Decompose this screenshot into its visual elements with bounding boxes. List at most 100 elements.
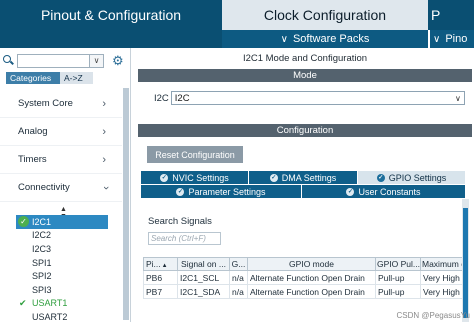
header-label: Signal on ...	[181, 259, 226, 269]
peripheral-label: I2C1	[32, 216, 52, 227]
reset-configuration-button[interactable]: Reset Configuration	[147, 146, 243, 163]
mode-header: Mode	[138, 69, 472, 82]
configuration-header: Configuration	[138, 124, 472, 137]
column-header-gpio-pull[interactable]: GPIO Pul...	[375, 257, 421, 271]
column-header-gpio-mode[interactable]: GPIO mode	[247, 257, 376, 271]
categories-toggle[interactable]: Categories	[6, 72, 60, 84]
chevron-right-icon: ›	[102, 125, 106, 138]
check-circle-icon: ✓	[160, 173, 169, 182]
configuration-body: Reset Configuration ✓ NVIC Settings ✓ DM…	[138, 138, 472, 322]
sub-bar-left	[0, 30, 222, 48]
header-label: GPIO Pul...	[377, 259, 420, 269]
tab-label: GPIO Settings	[388, 172, 447, 183]
tab-label: User Constants	[358, 186, 421, 197]
a-to-z-toggle[interactable]: A->Z	[60, 72, 93, 84]
tab-project-manager[interactable]: P	[428, 0, 474, 30]
i2c-mode-row: I2C I2C ∨	[154, 91, 465, 105]
header-label: Maximum o...	[422, 259, 467, 269]
search-dropdown-button[interactable]: ∨	[90, 53, 104, 68]
chevron-down-icon: ∨	[433, 33, 441, 45]
tab-label: NVIC Settings	[172, 172, 229, 183]
table-cell: Alternate Function Open Drain	[247, 284, 376, 299]
category-label: System Core	[18, 98, 73, 109]
category-system-core[interactable]: System Core ›	[0, 90, 122, 118]
pinout-menu[interactable]: ∨ Pino	[428, 30, 474, 48]
peripheral-spi3[interactable]: SPI3	[16, 283, 108, 297]
table-cell: n/a	[229, 270, 248, 285]
check-circle-icon: ✓	[176, 187, 185, 196]
header-label: GPIO mode	[289, 259, 334, 269]
gear-icon[interactable]: ⚙	[112, 54, 124, 67]
scrollbar-thumb[interactable]	[123, 88, 129, 320]
table-cell: I2C1_SCL	[177, 270, 230, 285]
category-label: Connectivity	[18, 182, 70, 193]
category-connectivity[interactable]: Connectivity ›	[0, 174, 122, 202]
checkmark-icon: ✔	[19, 297, 27, 308]
peripheral-list: ✓ I2C1 I2C2 I2C3 SPI1 SPI2 SPI3 ✔ USART1…	[16, 215, 108, 322]
tab-pinout-configuration[interactable]: Pinout & Configuration	[0, 0, 222, 30]
chevron-down-icon: ∨	[93, 56, 100, 65]
peripheral-label: SPI2	[32, 271, 52, 282]
table-cell: Pull-up	[375, 270, 421, 285]
table-cell: n/a	[229, 284, 248, 299]
peripheral-i2c3[interactable]: I2C3	[16, 242, 108, 256]
table-cell: Very High	[420, 284, 468, 299]
peripheral-label: I2C3	[32, 243, 52, 254]
tab-user-constants[interactable]: ✓ User Constants	[302, 185, 465, 198]
table-row[interactable]: PB6 I2C1_SCL n/a Alternate Function Open…	[143, 270, 468, 285]
peripheral-usart2[interactable]: USART2	[16, 310, 108, 322]
i2c-mode-select[interactable]: I2C ∨	[170, 91, 465, 105]
header-label: G...	[231, 259, 246, 269]
peripheral-spi1[interactable]: SPI1	[16, 256, 108, 270]
category-analog[interactable]: Analog ›	[0, 118, 122, 146]
gpio-settings-content: Search Signals Search (Ctrl+F) Pi...▲ Si…	[141, 199, 468, 322]
search-row: ∨ ⚙	[3, 53, 131, 68]
left-panel: ∨ ⚙ Categories A->Z System Core › Analog…	[0, 48, 131, 322]
tab-clock-configuration[interactable]: Clock Configuration	[222, 0, 428, 30]
pinout-menu-label: Pino	[445, 33, 468, 45]
category-label: Analog	[18, 126, 48, 137]
search-signals-label: Search Signals	[148, 216, 212, 227]
tab-nvic-settings[interactable]: ✓ NVIC Settings	[141, 171, 248, 184]
gpio-table: Pi...▲ Signal on ... G... GPIO mode GPIO…	[143, 257, 468, 299]
column-header-gpio-output-level[interactable]: G...	[229, 257, 248, 271]
panel-title: I2C1 Mode and Configuration	[242, 52, 368, 64]
chevron-down-icon: ∨	[454, 93, 461, 103]
scrollbar-thumb[interactable]	[463, 208, 468, 318]
category-timers[interactable]: Timers ›	[0, 146, 122, 174]
table-cell: Pull-up	[375, 284, 421, 299]
column-header-signal[interactable]: Signal on ...	[177, 257, 230, 271]
tab-label: DMA Settings	[281, 172, 337, 183]
search-input[interactable]	[17, 53, 90, 68]
peripheral-i2c1[interactable]: ✓ I2C1	[16, 215, 108, 229]
tab-label: Parameter Settings	[188, 186, 266, 197]
software-packs-label: Software Packs	[292, 33, 370, 45]
software-packs-menu[interactable]: ∨ Software Packs	[222, 30, 428, 48]
chevron-down-icon: ›	[100, 185, 113, 190]
divider	[428, 30, 430, 48]
sort-up-icon: ▲	[161, 263, 168, 269]
peripheral-usart1[interactable]: ✔ USART1	[16, 297, 108, 311]
table-row[interactable]: PB7 I2C1_SDA n/a Alternate Function Open…	[143, 284, 468, 299]
search-icon	[3, 55, 14, 66]
search-signals-input[interactable]: Search (Ctrl+F)	[148, 232, 221, 245]
column-header-max-output-speed[interactable]: Maximum o...	[420, 257, 468, 271]
i2c-mode-value: I2C	[174, 92, 190, 104]
peripheral-label: I2C2	[32, 230, 52, 241]
tab-parameter-settings[interactable]: ✓ Parameter Settings	[141, 185, 301, 198]
check-circle-icon: ✓	[269, 173, 278, 182]
column-header-pin[interactable]: Pi...▲	[143, 257, 178, 271]
tab-gpio-settings[interactable]: ✓ GPIO Settings	[358, 171, 465, 184]
peripheral-i2c2[interactable]: I2C2	[16, 229, 108, 243]
table-cell: PB6	[143, 270, 178, 285]
peripheral-spi2[interactable]: SPI2	[16, 269, 108, 283]
check-circle-icon: ✓	[376, 173, 385, 182]
tab-dma-settings[interactable]: ✓ DMA Settings	[249, 171, 357, 184]
i2c-mode-label: I2C	[154, 92, 169, 104]
view-toggle: Categories A->Z	[6, 72, 93, 84]
table-cell: PB7	[143, 284, 178, 299]
peripheral-label: USART1	[32, 298, 68, 309]
peripheral-label: SPI3	[32, 284, 52, 295]
table-cell: I2C1_SDA	[177, 284, 230, 299]
chevron-right-icon: ›	[102, 153, 106, 166]
